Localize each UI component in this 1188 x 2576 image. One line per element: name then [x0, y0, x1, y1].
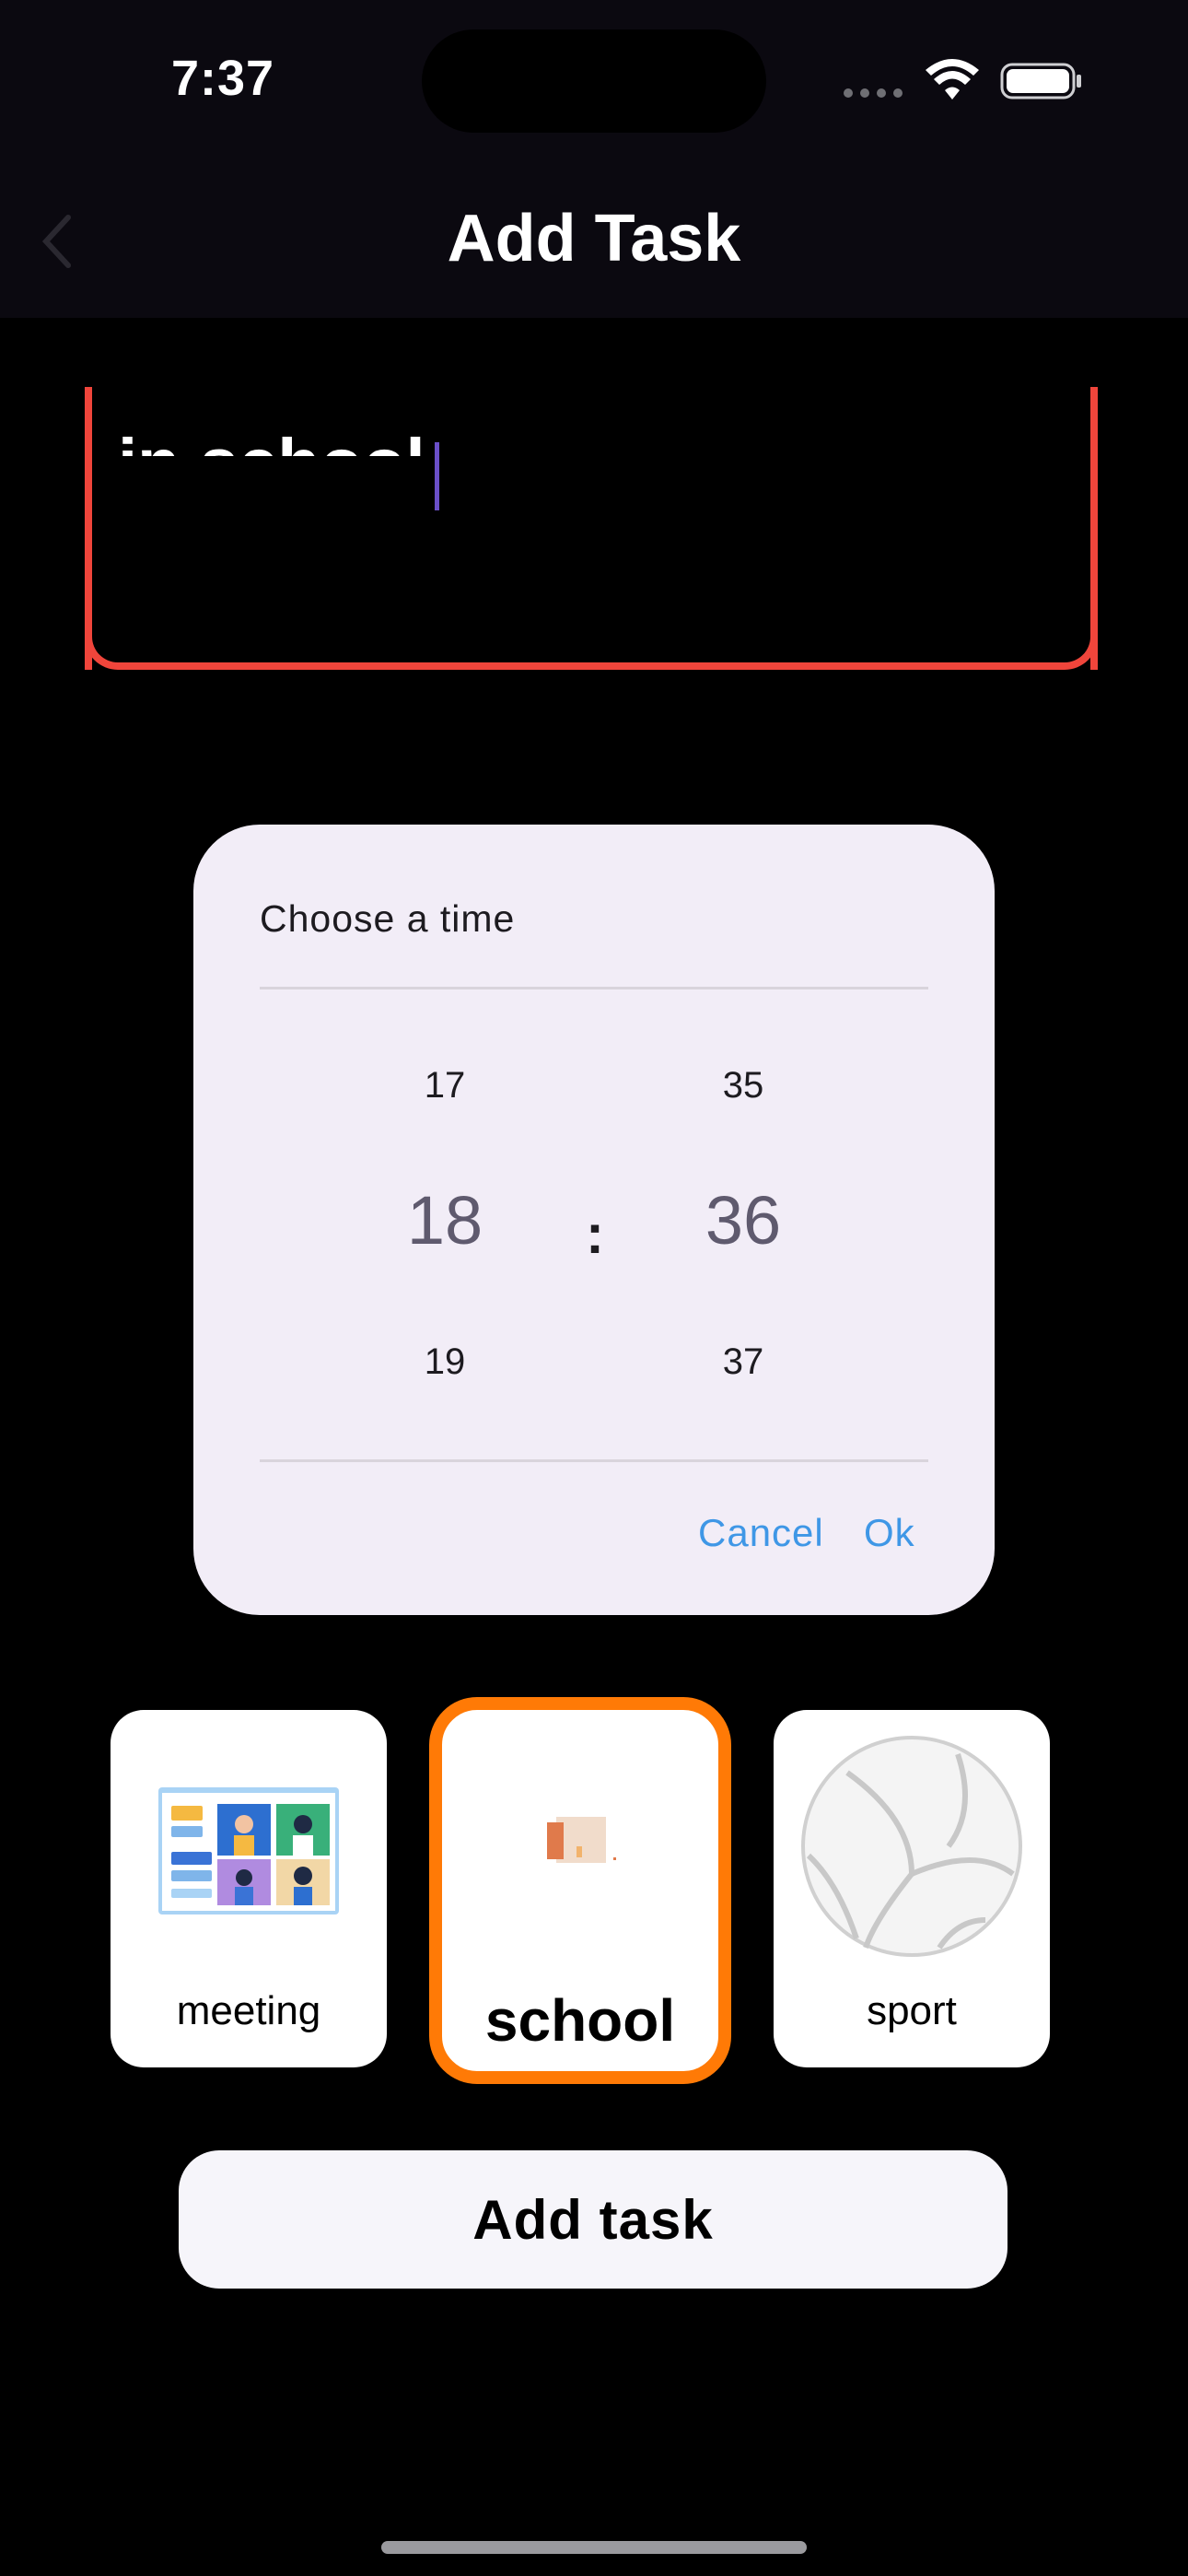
category-label-school: school — [484, 1987, 676, 2054]
minute-next[interactable]: 37 — [670, 1341, 817, 1383]
ok-button[interactable]: Ok — [864, 1511, 915, 1555]
hour-prev[interactable]: 17 — [371, 1065, 518, 1107]
battery-icon — [1000, 63, 1081, 100]
category-meeting[interactable]: meeting — [111, 1710, 387, 2067]
category-sport[interactable]: sport — [774, 1710, 1050, 2067]
wifi-icon — [926, 59, 979, 100]
home-indicator[interactable] — [381, 2541, 807, 2554]
dialog-title: Choose a time — [260, 897, 516, 940]
task-input-text-clip: in school — [92, 318, 1090, 456]
text-caret — [435, 442, 439, 510]
dynamic-island — [422, 29, 766, 133]
task-input-sides — [85, 456, 1098, 670]
hour-next[interactable]: 19 — [371, 1341, 518, 1383]
task-input-value[interactable]: in school — [118, 424, 425, 456]
add-task-button[interactable]: Add task — [179, 2150, 1007, 2289]
meeting-illustration-icon — [158, 1787, 339, 1914]
page-title: Add Task — [447, 202, 741, 275]
signal-icon — [844, 88, 904, 98]
category-label-meeting: meeting — [176, 1988, 321, 2033]
category-school[interactable]: school — [429, 1697, 731, 2084]
hour-selected[interactable]: 18 — [353, 1181, 537, 1259]
school-illustration-icon — [547, 1817, 616, 1863]
minute-selected[interactable]: 36 — [651, 1181, 835, 1259]
dialog-divider-top — [260, 987, 928, 989]
dialog-divider-bottom — [260, 1459, 928, 1462]
status-time: 7:37 — [171, 51, 275, 106]
category-label-sport: sport — [867, 1988, 957, 2033]
minute-prev[interactable]: 35 — [670, 1065, 817, 1107]
volleyball-icon — [801, 1736, 1022, 1957]
cancel-button[interactable]: Cancel — [698, 1511, 824, 1555]
time-separator: : — [586, 1203, 604, 1265]
